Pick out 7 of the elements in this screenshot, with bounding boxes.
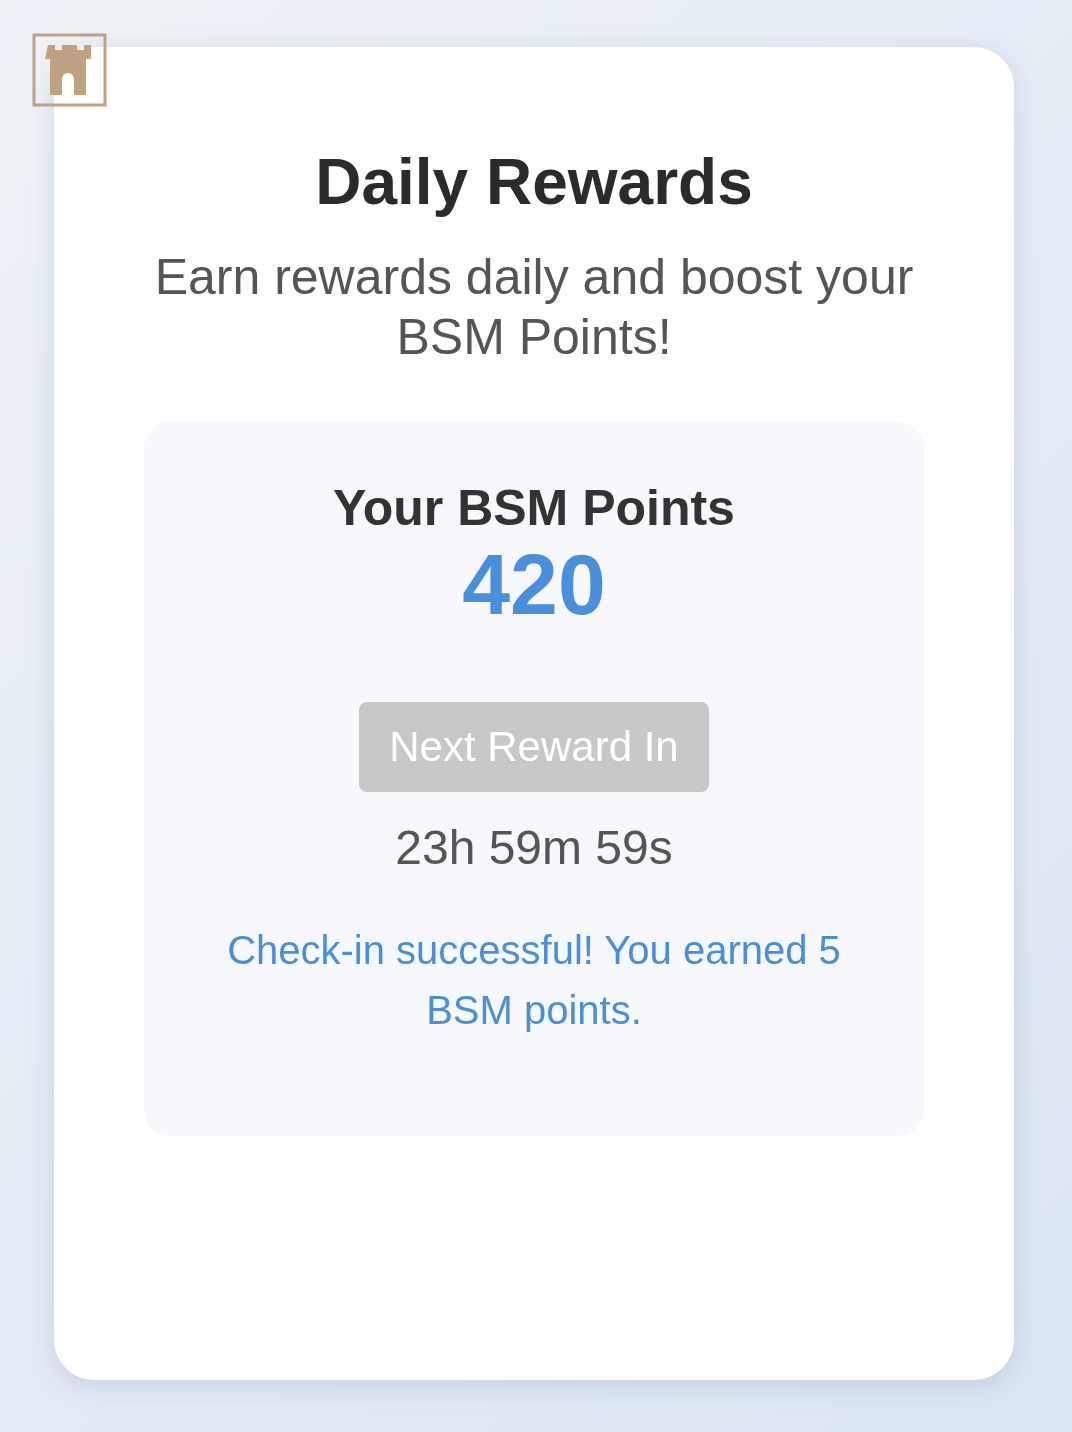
castle-logo-icon (32, 33, 107, 107)
points-label: Your BSM Points (333, 479, 735, 538)
points-value: 420 (462, 536, 606, 632)
success-message: Check-in successful! You earned 5 BSM points. (226, 927, 842, 1034)
countdown-timer: 23h 59m 59s (395, 820, 673, 876)
subtitle: Earn rewards daily and boost your BSM Points! (154, 248, 914, 367)
page-title: Daily Rewards (314, 147, 754, 217)
